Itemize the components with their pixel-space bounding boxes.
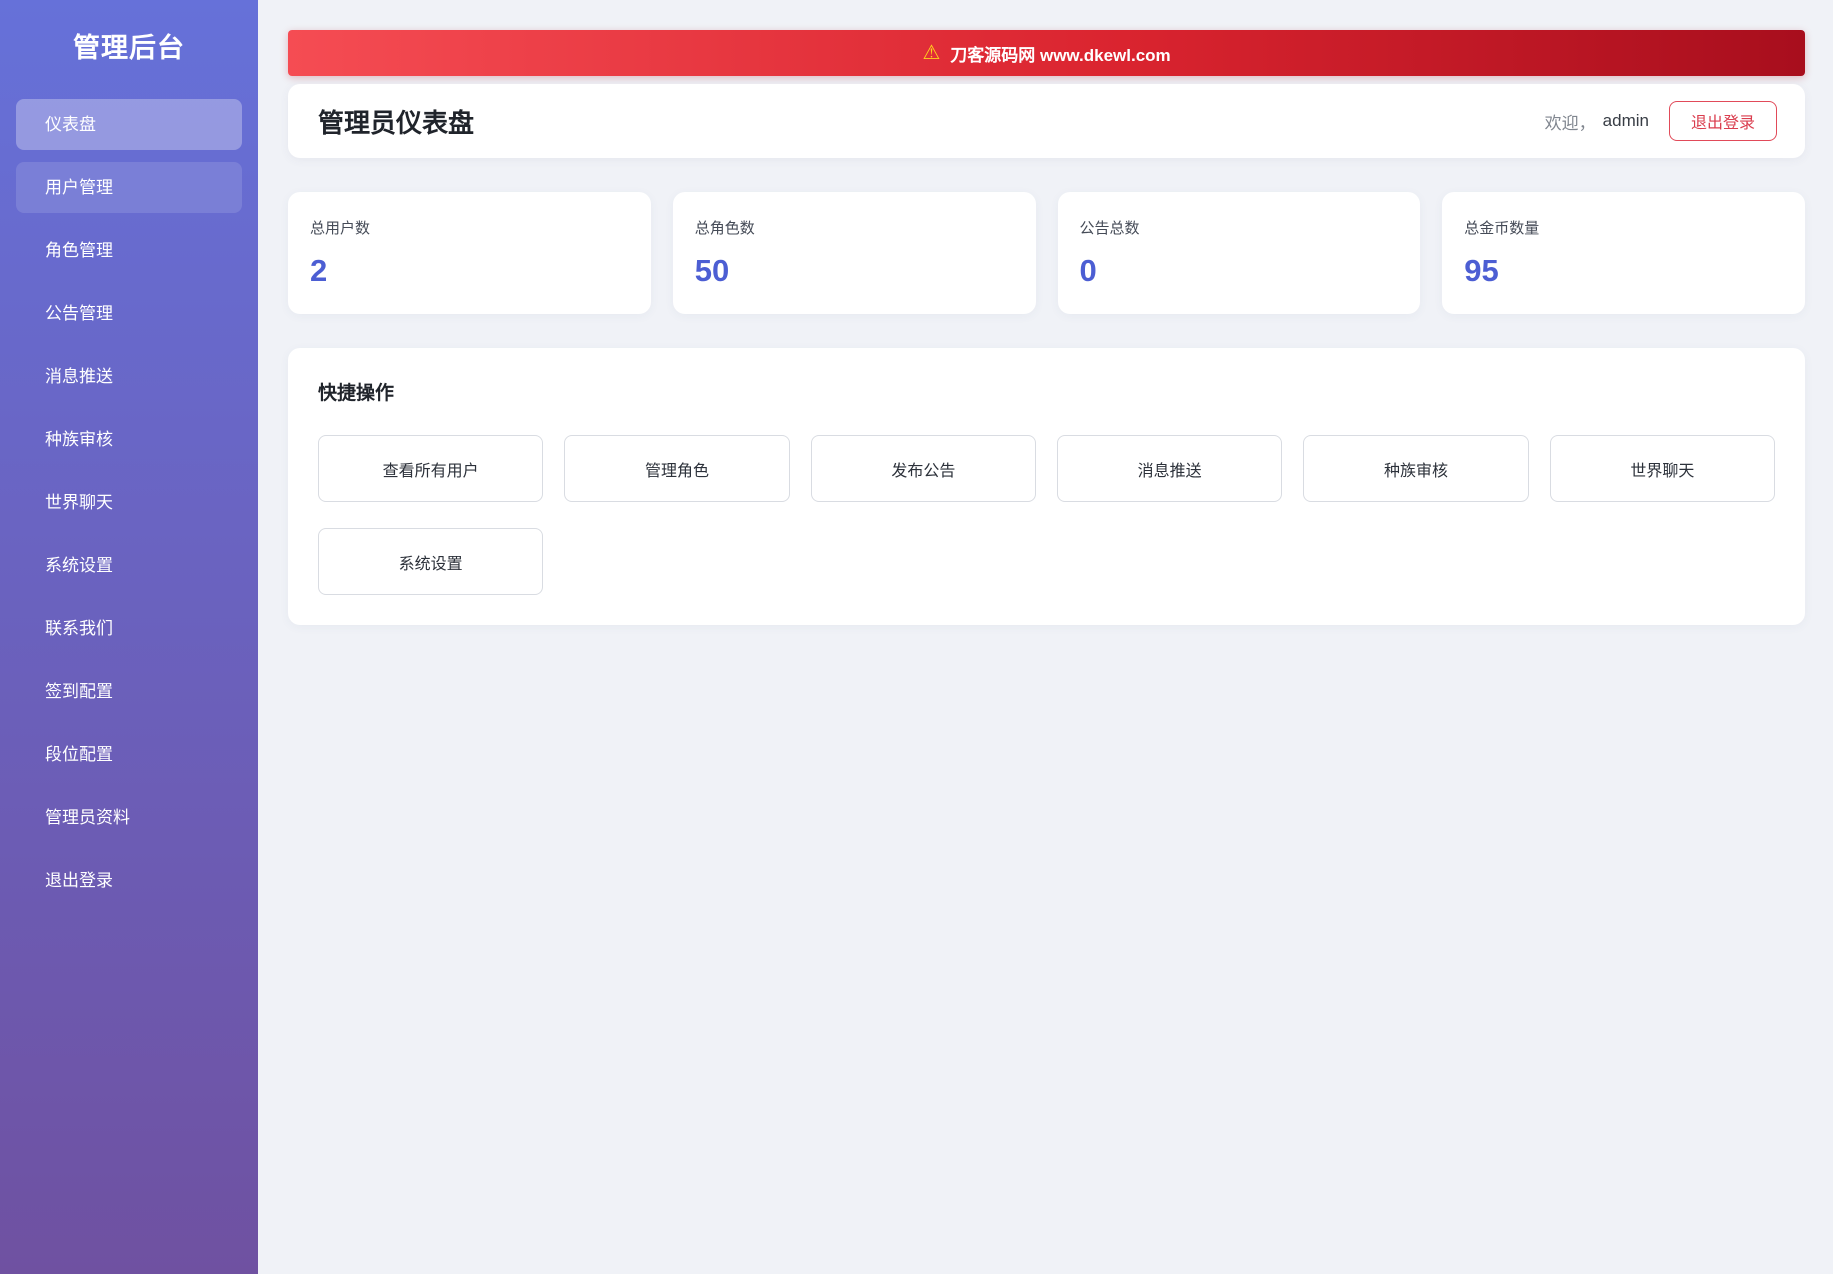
system-settings-button[interactable]: 系统设置 [318,528,544,595]
sidebar-item-message-push[interactable]: 消息推送 [16,351,242,402]
sidebar: 管理后台 仪表盘 用户管理 角色管理 公告管理 消息推送 种族审核 世界聊天 系… [0,0,258,1274]
sidebar-item-rank-config[interactable]: 段位配置 [16,729,242,780]
sidebar-item-role-management[interactable]: 角色管理 [16,225,242,276]
sidebar-item-announcement-management[interactable]: 公告管理 [16,288,242,339]
notice-banner-text: 刀客源码网 www.dkewl.com [950,45,1171,65]
view-all-users-button[interactable]: 查看所有用户 [318,435,544,502]
stat-value: 2 [310,253,328,288]
stat-card-total-announcements: 公告总数 0 [1057,192,1421,314]
sidebar-item-system-settings[interactable]: 系统设置 [16,540,242,591]
world-chat-button[interactable]: 世界聊天 [1549,435,1775,502]
sidebar-item-dashboard[interactable]: 仪表盘 [16,99,242,150]
stat-label: 总金币数量 [1464,220,1540,237]
stat-card-total-coins: 总金币数量 95 [1442,192,1805,314]
stat-card-total-users: 总用户数 2 [288,192,651,314]
sidebar-item-race-review[interactable]: 种族审核 [16,414,242,465]
header-right: 欢迎， admin 退出登录 [1545,101,1777,141]
stat-value: 95 [1464,253,1499,288]
manage-roles-button[interactable]: 管理角色 [564,435,790,502]
sidebar-item-world-chat[interactable]: 世界聊天 [16,477,242,528]
message-push-button[interactable]: 消息推送 [1056,435,1283,502]
quick-actions-card: 快捷操作 查看所有用户 管理角色 发布公告 消息推送 种族审核 世界聊天 系统设… [288,348,1805,625]
stat-card-total-roles: 总角色数 50 [672,192,1036,314]
logout-button[interactable]: 退出登录 [1668,101,1777,141]
current-username: admin [1602,111,1649,130]
stat-label: 总角色数 [694,220,755,237]
sidebar-menu: 仪表盘 用户管理 角色管理 公告管理 消息推送 种族审核 世界聊天 系统设置 联… [0,99,258,906]
stat-label: 总用户数 [310,220,371,237]
main-content: ⚠ 刀客源码网 www.dkewl.com 管理员仪表盘 欢迎， admin 退… [258,0,1833,1274]
publish-announcement-button[interactable]: 发布公告 [810,435,1036,502]
sidebar-item-admin-profile[interactable]: 管理员资料 [16,792,242,843]
stat-value: 0 [1079,253,1097,288]
stat-label: 公告总数 [1079,220,1140,237]
page-header: 管理员仪表盘 欢迎， admin 退出登录 [288,84,1805,158]
welcome-label: 欢迎， [1544,113,1596,133]
stats-row: 总用户数 2 总角色数 50 公告总数 0 总金币数量 95 [288,192,1805,314]
notice-banner[interactable]: ⚠ 刀客源码网 www.dkewl.com [288,30,1805,76]
quick-actions-grid: 查看所有用户 管理角色 发布公告 消息推送 种族审核 世界聊天 系统设置 [318,435,1775,595]
sidebar-item-logout[interactable]: 退出登录 [16,855,242,906]
sidebar-item-contact-us[interactable]: 联系我们 [16,603,242,654]
sidebar-item-user-management[interactable]: 用户管理 [16,162,242,213]
sidebar-item-checkin-config[interactable]: 签到配置 [16,666,242,717]
stat-value: 50 [694,253,730,288]
race-review-button[interactable]: 种族审核 [1303,435,1529,502]
page-title: 管理员仪表盘 [318,107,475,138]
warning-icon: ⚠ [922,42,941,64]
app-title: 管理后台 [73,33,185,63]
quick-actions-title: 快捷操作 [318,383,395,404]
